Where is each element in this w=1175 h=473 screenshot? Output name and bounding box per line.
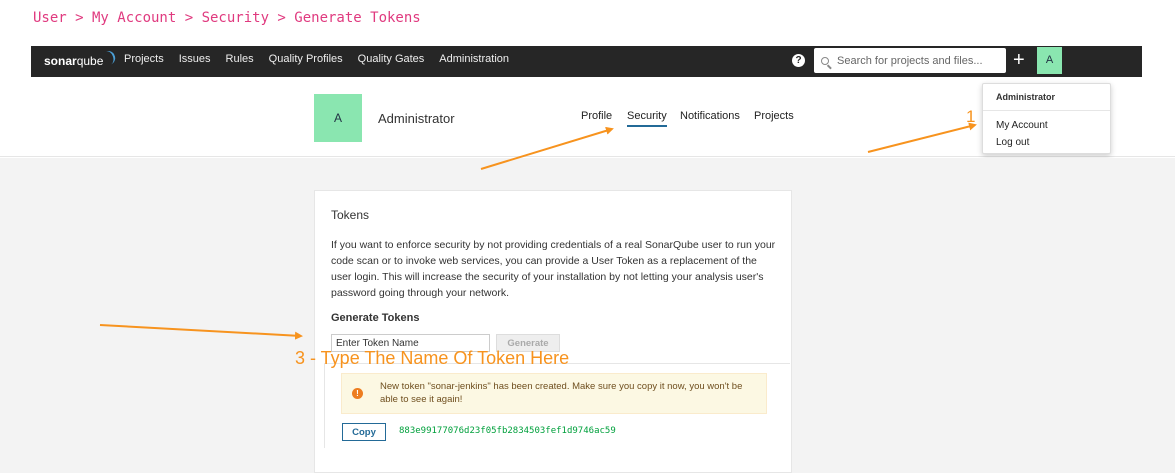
arrow-to-my-account [867,122,977,153]
arrow-to-token-input [99,324,303,340]
arrow-to-security-tab [480,126,614,170]
annotation-arrows [99,122,977,340]
